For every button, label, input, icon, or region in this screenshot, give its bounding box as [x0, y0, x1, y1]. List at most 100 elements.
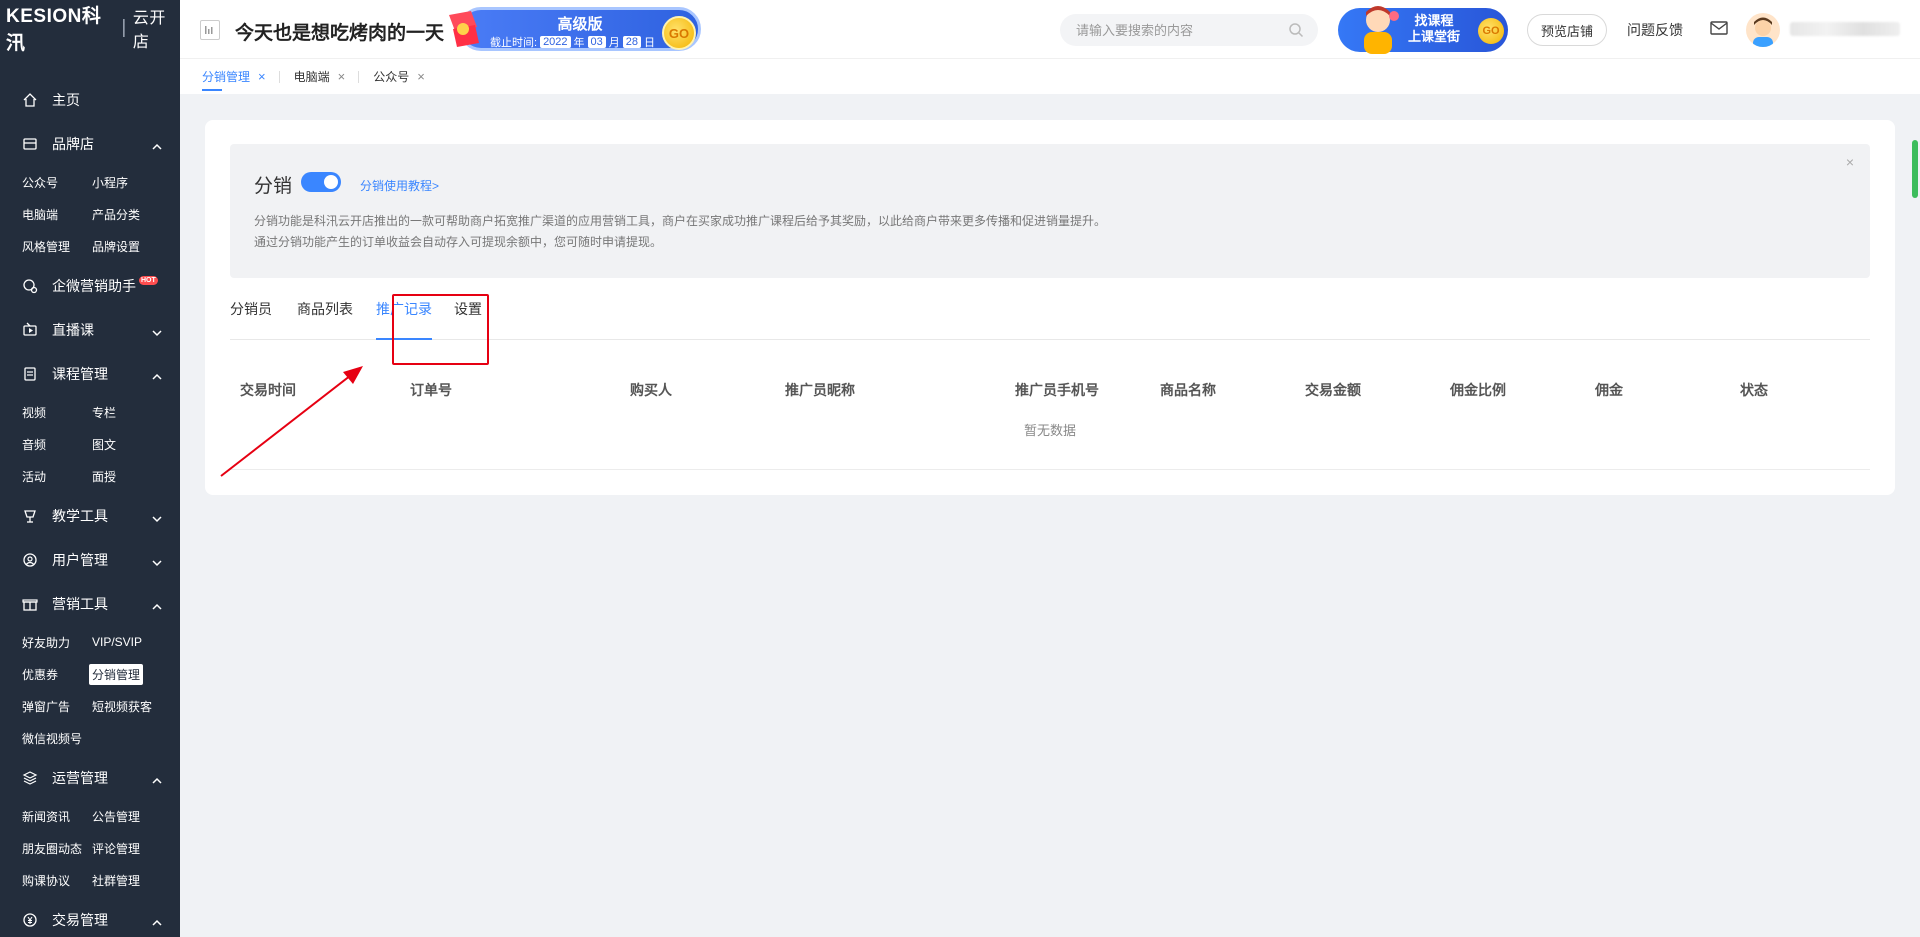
- sidebar-subitem[interactable]: 电脑端: [22, 198, 92, 230]
- content-tab[interactable]: 分销员: [230, 288, 272, 340]
- sidebar-subitem[interactable]: VIP/SVIP: [92, 626, 182, 658]
- chevron-up-icon: [152, 915, 162, 926]
- sidebar-subitem[interactable]: 短视频获客: [92, 690, 182, 722]
- feedback-link[interactable]: 问题反馈: [1627, 20, 1683, 40]
- find-line1: 找课程: [1414, 13, 1454, 28]
- sidebar-group: 品牌店公众号 小程序 电脑端 产品分类 风格管理 品牌设置: [0, 122, 180, 264]
- close-tab-icon[interactable]: ×: [338, 69, 346, 84]
- intro-desc-1: 分销功能是科汛云开店推出的一款可帮助商户拓宽推广渠道的应用营销工具，商户在买家成…: [254, 214, 1107, 228]
- sidebar-item-label: 用户管理: [52, 552, 108, 568]
- sidebar-item-course[interactable]: 课程管理: [0, 352, 180, 396]
- logo-brand: KESION科汛: [6, 6, 102, 54]
- distribution-toggle[interactable]: [301, 172, 341, 192]
- trade-icon: [22, 912, 38, 928]
- sidebar-subitem[interactable]: 风格管理: [22, 230, 92, 262]
- page-tab[interactable]: 电脑端 ×: [294, 59, 360, 95]
- avatar[interactable]: [1746, 13, 1780, 47]
- ops-icon: [22, 770, 38, 786]
- sidebar-item-label: 教学工具: [52, 508, 108, 524]
- column-header: 订单号: [410, 382, 452, 398]
- sidebar-subitem[interactable]: 活动: [22, 460, 92, 492]
- sidebar-subitem[interactable]: 专栏: [92, 396, 182, 428]
- collapse-sidebar-icon[interactable]: [200, 20, 220, 40]
- logo: KESION科汛 | 云开店: [0, 0, 180, 56]
- sidebar-item-label: 企微营销助手: [52, 278, 136, 294]
- sidebar-item-live[interactable]: 直播课: [0, 308, 180, 352]
- ribbon-icon: [449, 11, 479, 47]
- sidebar-item-label: 营销工具: [52, 596, 108, 612]
- chevron-down-icon: [152, 325, 162, 337]
- hot-badge: HOT: [139, 275, 158, 285]
- logo-sub: 云开店: [132, 10, 166, 51]
- sidebar-item-store[interactable]: 品牌店: [0, 122, 180, 166]
- table-divider: [230, 469, 1870, 470]
- scrollbar[interactable]: [1912, 140, 1918, 198]
- close-tab-icon[interactable]: ×: [258, 69, 266, 84]
- sidebar-group: 用户管理: [0, 538, 180, 582]
- sidebar: KESION科汛 | 云开店 主页品牌店公众号 小程序 电脑端 产品分类 风格管理 品牌设…: [0, 0, 180, 937]
- page-tab[interactable]: 分销管理 ×: [202, 59, 280, 95]
- home-icon: [22, 92, 38, 108]
- chevron-up-icon: [152, 369, 162, 380]
- sidebar-subitem[interactable]: 微信视频号: [22, 722, 92, 754]
- sidebar-subitem[interactable]: 公众号: [22, 166, 92, 198]
- close-tab-icon[interactable]: ×: [417, 69, 425, 84]
- sidebar-subitem[interactable]: 好友助力: [22, 626, 92, 658]
- sidebar-subitem[interactable]: 面授: [92, 460, 182, 492]
- sidebar-item-chat[interactable]: 企微营销助手 HOT: [0, 264, 180, 308]
- chevron-down-icon: [152, 555, 162, 567]
- sidebar-subitem[interactable]: 产品分类: [92, 198, 182, 230]
- sidebar-subitems: 新闻资讯 公告管理 朋友圈动态 评论管理 购课协议 社群管理: [0, 800, 180, 898]
- mail-icon[interactable]: [1710, 20, 1728, 36]
- sidebar-item-teach[interactable]: 教学工具: [0, 494, 180, 538]
- annotation-arrow: [220, 366, 363, 477]
- content-tab[interactable]: 商品列表: [297, 288, 353, 340]
- intro-title: 分销: [254, 176, 293, 197]
- sidebar-subitem[interactable]: 朋友圈动态: [22, 832, 92, 864]
- sidebar-subitem[interactable]: 评论管理: [92, 832, 182, 864]
- tutorial-link[interactable]: 分销使用教程>: [360, 177, 439, 194]
- sidebar-subitem[interactable]: 新闻资讯: [22, 800, 92, 832]
- store-icon: [22, 136, 38, 152]
- sidebar-subitem[interactable]: 小程序: [92, 166, 182, 198]
- find-course-banner[interactable]: 找课程 上课堂街 GO: [1338, 4, 1510, 54]
- chevron-up-icon: [152, 773, 162, 784]
- user-icon: [22, 552, 38, 568]
- sidebar-subitem[interactable]: 优惠券: [22, 658, 92, 690]
- sidebar-subitem[interactable]: 视频: [22, 396, 92, 428]
- sidebar-item-label: 直播课: [52, 322, 94, 338]
- sidebar-group: 主页: [0, 78, 180, 122]
- sidebar-subitem[interactable]: 弹窗广告: [22, 690, 92, 722]
- sidebar-subitem[interactable]: 社群管理: [92, 864, 182, 896]
- sidebar-subitem[interactable]: 购课协议: [22, 864, 92, 896]
- sidebar-subitem[interactable]: 音频: [22, 428, 92, 460]
- sidebar-subitem[interactable]: 图文: [92, 428, 182, 460]
- intro-panel: 分销 分销使用教程> × 分销功能是科汛云开店推出的一款可帮助商户拓宽推广渠道的…: [230, 144, 1870, 278]
- sidebar-item-trade[interactable]: 交易管理: [0, 898, 180, 937]
- chat-icon: [22, 278, 38, 294]
- pro-version-banner[interactable]: 高级版 截止时间: 2022 年 03 月 28 日 GO: [445, 4, 715, 54]
- search-icon[interactable]: [1288, 22, 1304, 38]
- page-tab[interactable]: 公众号 ×: [373, 59, 439, 95]
- sidebar-group: 直播课: [0, 308, 180, 352]
- username-blurred[interactable]: [1790, 22, 1900, 36]
- sidebar-subitem[interactable]: 品牌设置: [92, 230, 182, 262]
- sidebar-item-home[interactable]: 主页: [0, 78, 180, 122]
- search-input[interactable]: [1076, 22, 1286, 38]
- column-header: 商品名称: [1160, 382, 1216, 398]
- sidebar-group: 企微营销助手 HOT: [0, 264, 180, 308]
- sidebar-subitem[interactable]: 公告管理: [92, 800, 182, 832]
- sidebar-item-gift[interactable]: 营销工具: [0, 582, 180, 626]
- sidebar-subitems: 公众号 小程序 电脑端 产品分类 风格管理 品牌设置: [0, 166, 180, 264]
- sidebar-item-user[interactable]: 用户管理: [0, 538, 180, 582]
- chevron-down-icon: [152, 511, 162, 523]
- preview-store-button[interactable]: 预览店铺: [1527, 14, 1607, 46]
- column-header: 购买人: [630, 382, 672, 398]
- sidebar-subitem[interactable]: 分销管理: [89, 658, 182, 690]
- sidebar-subitems: 视频 专栏 音频 图文 活动 面授: [0, 396, 180, 494]
- close-icon[interactable]: ×: [1846, 154, 1854, 170]
- search-bar: [1060, 14, 1318, 46]
- sidebar-item-ops[interactable]: 运营管理: [0, 756, 180, 800]
- sidebar-item-label: 交易管理: [52, 912, 108, 928]
- sidebar-item-label: 品牌店: [52, 136, 94, 152]
